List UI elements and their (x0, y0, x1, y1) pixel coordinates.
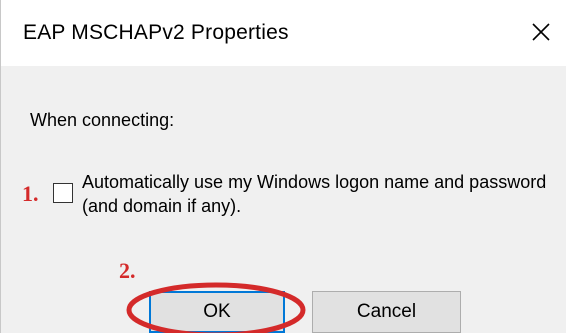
auto-logon-checkbox-label[interactable]: Automatically use my Windows logon name … (82, 170, 552, 218)
eap-mschapv2-properties-dialog: EAP MSCHAPv2 Properties When connecting:… (0, 0, 566, 333)
ok-button[interactable]: OK (149, 291, 285, 333)
window-title: EAP MSCHAPv2 Properties (23, 21, 289, 44)
close-icon (532, 23, 550, 41)
title-bar: EAP MSCHAPv2 Properties (1, 0, 566, 66)
ok-button-label: OK (203, 301, 231, 322)
cancel-button-label: Cancel (356, 301, 417, 322)
cancel-button[interactable]: Cancel (312, 291, 461, 333)
step-1-annotation: 1. (22, 181, 39, 206)
step-2-annotation: 2. (119, 258, 136, 283)
auto-logon-checkbox[interactable] (53, 183, 73, 203)
close-button[interactable] (521, 12, 561, 52)
when-connecting-label: When connecting: (30, 110, 175, 130)
